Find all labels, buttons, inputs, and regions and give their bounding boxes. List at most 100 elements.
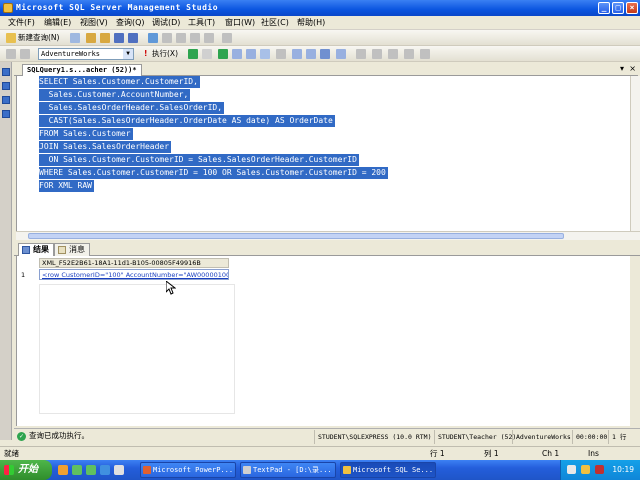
database-selector[interactable]: AdventureWorks ▼ [38,48,134,60]
properties-icon[interactable] [190,33,200,43]
tray-network-icon[interactable] [567,465,576,474]
editor-vertical-scrollbar[interactable] [630,76,640,231]
mouse-cursor-icon [166,281,176,295]
scrollbar-thumb[interactable] [28,233,564,239]
object-explorer-strip-icon[interactable] [2,68,10,76]
new-query-button[interactable]: 新建查询(N) [18,32,59,44]
code-line[interactable]: CAST(Sales.SalesOrderHeader.OrderDate AS… [39,115,335,127]
open-file-icon[interactable] [86,33,96,43]
menu-tools[interactable]: 工具(T) [188,17,215,29]
query-tab[interactable]: SQLQuery1.s...acher (52))* [22,64,142,76]
connect-icon[interactable] [6,49,16,59]
taskbar-textpad[interactable]: TextPad - [D:\录... [240,462,336,478]
new-file-icon[interactable] [70,33,80,43]
close-button[interactable]: × [626,2,638,14]
decrease-indent-icon[interactable] [372,49,382,59]
menu-query[interactable]: 查询(Q) [116,17,145,29]
debug-play-icon[interactable] [188,49,198,59]
taskbar: 开始 Microsoft PowerP... TextPad - [D:\录..… [0,460,640,480]
template-icon[interactable] [176,33,186,43]
toolbox-strip-icon[interactable] [2,96,10,104]
include-plan-icon[interactable] [276,49,286,59]
editor-horizontal-scrollbar[interactable] [16,231,640,240]
taskbar-powerpoint-label: Microsoft PowerP... [153,466,234,474]
increase-indent-icon[interactable] [388,49,398,59]
media-player-icon[interactable] [72,465,82,475]
tray-antivirus-icon[interactable] [595,465,604,474]
clock[interactable]: 10:19 [612,460,634,480]
system-tray: 10:19 [560,460,640,480]
menu-view[interactable]: 视图(V) [80,17,108,29]
start-label: 开始 [18,464,38,475]
sql-editor[interactable]: SELECT Sales.Customer.CustomerID, Sales.… [16,76,630,231]
maximize-button[interactable]: □ [612,2,624,14]
open-folder-icon[interactable] [100,33,110,43]
menu-window[interactable]: 窗口(W) [225,17,255,29]
object-explorer-icon[interactable] [162,33,172,43]
left-tool-strip [0,62,12,440]
menu-debug[interactable]: 调试(D) [152,17,180,29]
toolbar-options-icon[interactable] [420,49,430,59]
code-line[interactable]: WHERE Sales.Customer.CustomerID = 100 OR… [39,167,388,179]
code-line[interactable]: FOR XML RAW [39,180,94,192]
code-line[interactable]: ON Sales.Customer.CustomerID = Sales.Sal… [39,154,359,166]
menu-help[interactable]: 帮助(H) [297,17,325,29]
template-explorer-strip-icon[interactable] [2,110,10,118]
internet-explorer-icon[interactable] [100,465,110,475]
sql-editor-toolbar: AdventureWorks ▼ ! 执行(X) [0,46,640,62]
estimated-plan-icon[interactable] [232,49,242,59]
xml-result-link[interactable]: <row CustomerID="100" AccountNumber="AW0… [39,269,229,280]
results-to-file-icon[interactable] [320,49,330,59]
status-user: STUDENT\Teacher (52) [434,430,516,444]
status-server: STUDENT\SQLEXPRESS (10.0 RTM) [314,430,432,444]
menu-file[interactable]: 文件(F) [8,17,35,29]
menu-edit[interactable]: 编辑(E) [44,17,71,29]
show-desktop-icon[interactable] [58,465,68,475]
code-line[interactable]: SELECT Sales.Customer.CustomerID, [39,76,200,88]
title-bar: Microsoft SQL Server Management Studio _… [0,0,640,16]
windows-flag-icon [4,465,14,475]
insert-mode-status: Ins [588,449,599,458]
parse-checkmark-icon[interactable] [218,49,228,59]
column-header[interactable]: XML_F52E2B61-18A1-11d1-B105-00805F49916B [39,258,229,268]
minimize-button[interactable]: _ [598,2,610,14]
start-button[interactable]: 开始 [0,460,52,480]
taskbar-ssms[interactable]: Microsoft SQL Se... [340,462,436,478]
taskbar-powerpoint[interactable]: Microsoft PowerP... [140,462,236,478]
save-all-icon[interactable] [128,33,138,43]
uncomment-icon[interactable] [356,49,366,59]
close-tab-icon[interactable]: × [629,64,636,73]
column-status: 列 1 [484,449,499,458]
comment-icon[interactable] [336,49,346,59]
dropdown-icon[interactable] [222,33,232,43]
disconnect-icon[interactable] [20,49,30,59]
code-line[interactable]: Sales.Customer.AccountNumber, [39,89,191,101]
stop-icon[interactable] [202,49,212,59]
messenger-icon[interactable] [86,465,96,475]
specify-values-icon[interactable] [404,49,414,59]
registered-servers-icon[interactable] [148,33,158,43]
query-designer-icon[interactable] [246,49,256,59]
status-elapsed: 00:00:00 [572,430,607,444]
chevron-down-icon: ▼ [123,49,133,59]
execute-button[interactable]: 执行(X) [152,48,178,60]
results-to-grid-icon[interactable] [306,49,316,59]
registered-servers-strip-icon[interactable] [2,82,10,90]
quick-launch-more-icon[interactable] [114,465,124,475]
code-line[interactable]: JOIN Sales.SalesOrderHeader [39,141,172,153]
tab-results-label: 结果 [33,245,49,254]
client-stats-icon[interactable] [292,49,302,59]
results-to-text-icon[interactable] [260,49,270,59]
code-line[interactable]: Sales.SalesOrderHeader.SalesOrderID, [39,102,225,114]
grid-icon [22,246,30,254]
code-line[interactable]: FROM Sales.Customer [39,128,133,140]
row-number: 1 [21,271,26,279]
tab-list-icon[interactable]: ▾ [620,64,624,73]
toolbox-icon[interactable] [204,33,214,43]
execute-exclamation-icon: ! [144,49,148,58]
tab-messages[interactable]: 消息 [54,243,90,256]
tab-results[interactable]: 结果 [18,243,54,256]
tray-volume-icon[interactable] [581,465,590,474]
menu-community[interactable]: 社区(C) [261,17,289,29]
save-icon[interactable] [114,33,124,43]
